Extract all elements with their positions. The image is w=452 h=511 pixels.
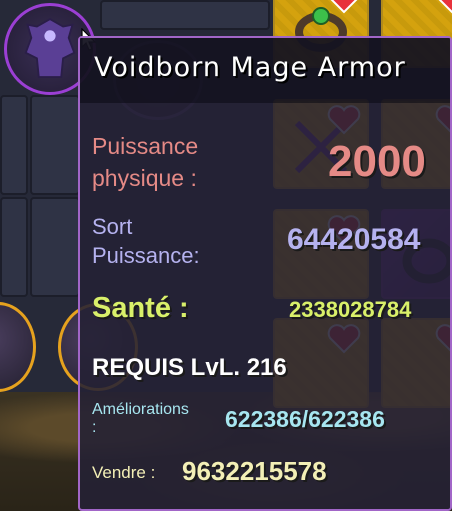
inventory-cell[interactable]	[0, 95, 28, 195]
inventory-cell[interactable]	[100, 0, 270, 30]
physical-power-label-line1: Puissance	[92, 133, 199, 159]
level-requirement: REQUIS LvL. 216	[92, 354, 287, 381]
heart-icon	[438, 0, 452, 14]
item-tooltip: Voidborn Mage Armor Puissance physique :…	[78, 36, 452, 511]
inventory-cell[interactable]	[0, 197, 28, 297]
health-value: 2338028784	[289, 297, 412, 322]
upgrades-label-line2: :	[92, 419, 97, 436]
equipment-orb-slot[interactable]	[0, 302, 36, 392]
spell-power-value: 64420584	[287, 223, 421, 256]
health-label: Santé :	[92, 292, 189, 324]
physical-power-label-line2: physique :	[92, 165, 197, 191]
inventory-cell[interactable]	[30, 197, 80, 297]
heart-icon	[330, 0, 358, 14]
upgrades-label-line1: Améliorations	[92, 401, 189, 418]
inventory-cell[interactable]	[30, 95, 80, 195]
sell-value: 9632215578	[182, 456, 327, 486]
spell-power-label-line1: Sort	[92, 214, 133, 239]
physical-power-value: 2000	[328, 137, 426, 186]
sell-label: Vendre :	[92, 463, 156, 482]
spell-power-label-line2: Puissance:	[92, 243, 200, 268]
item-name: Voidborn Mage Armor	[94, 52, 406, 83]
upgrades-value: 622386/622386	[225, 406, 385, 432]
